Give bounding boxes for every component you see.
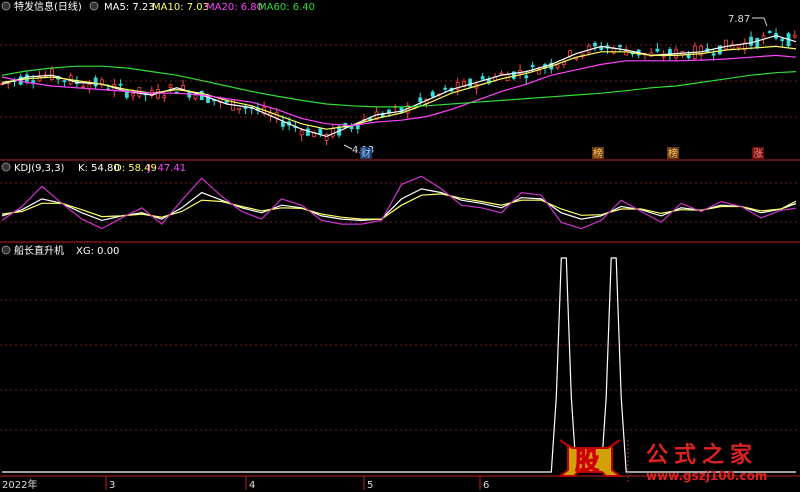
high-price-label: 7.87 xyxy=(728,14,750,25)
signal-pane-series-xg xyxy=(2,257,796,473)
watermark-url: www.gszj100.com xyxy=(646,469,767,483)
candle-body xyxy=(81,85,86,88)
ma20-label: MA20: 6.80 xyxy=(206,2,263,13)
x-tick-label: 3 xyxy=(109,480,115,491)
candle-body xyxy=(118,83,123,86)
candle-body xyxy=(62,80,67,83)
x-tick-label: 5 xyxy=(367,480,373,491)
candle-body xyxy=(299,130,304,136)
x-tick-label: 2022年 xyxy=(2,478,37,491)
candle-body xyxy=(749,36,753,46)
pane-toggle-icon[interactable] xyxy=(1,1,11,11)
ma10-label: MA10: 7.03 xyxy=(152,2,209,13)
candle-body xyxy=(555,64,560,69)
price-grid xyxy=(0,44,800,118)
candle-body xyxy=(468,78,473,87)
ma5-label: MA5: 7.23 xyxy=(104,2,155,13)
candle-body xyxy=(25,74,29,82)
watermark-text: 公式之家 xyxy=(646,442,758,468)
candle-body xyxy=(530,65,535,68)
watermark: 股 公式之家 www.gszj100.com xyxy=(557,439,767,483)
price-header: 特发信息(日线) MA5: 7.23 MA10: 7.03 MA20: 6.80… xyxy=(1,0,315,13)
candle-body xyxy=(655,48,660,52)
candle-body xyxy=(318,128,323,135)
candle-body xyxy=(193,94,198,100)
candle-body xyxy=(418,97,423,102)
candle-body xyxy=(162,95,167,98)
stock-chart: 特发信息(日线) MA5: 7.23 MA10: 7.03 MA20: 6.80… xyxy=(0,0,800,491)
candle-body xyxy=(305,128,310,136)
candle-body xyxy=(480,76,485,80)
candle-body xyxy=(224,100,229,103)
candle-body xyxy=(618,45,622,48)
event-marker[interactable]: 涨 xyxy=(753,148,763,160)
candle-body xyxy=(780,38,785,42)
candle-body xyxy=(499,72,504,75)
event-marker[interactable]: 财 xyxy=(361,147,371,160)
candle-body xyxy=(280,121,285,127)
series-layer xyxy=(1,34,797,473)
kdj-j-label: J: 47.41 xyxy=(147,163,186,174)
kdj-title: KDJ(9,3,3) xyxy=(14,163,65,174)
settings-icon[interactable] xyxy=(89,1,99,11)
x-axis: 2022年 3 4 5 6 xyxy=(2,476,489,491)
candle-body xyxy=(443,87,448,90)
candle-body xyxy=(661,55,666,58)
candle-body xyxy=(711,53,716,56)
candle-body xyxy=(568,50,572,57)
event-marker[interactable]: 榜 xyxy=(593,147,603,160)
stock-name: 特发信息(日线) xyxy=(14,0,82,13)
candlesticks xyxy=(0,28,797,146)
candle-body xyxy=(524,75,529,79)
candle-body xyxy=(330,128,335,137)
signal-grid xyxy=(0,299,800,431)
candle-body xyxy=(31,80,36,83)
candle-body xyxy=(611,47,616,54)
candle-body xyxy=(792,34,797,38)
candle-body xyxy=(168,84,173,88)
candle-body xyxy=(593,42,597,47)
price-pane-series-ma20 xyxy=(1,54,797,127)
signal-header: 船长直升机 XG: 0.00 xyxy=(1,244,119,257)
candle-body xyxy=(755,38,760,48)
candle-body xyxy=(131,93,135,97)
high-annotation: 7.87 xyxy=(728,14,768,27)
x-tick-label: 4 xyxy=(249,480,255,491)
xg-label: XG: 0.00 xyxy=(76,246,119,257)
candle-body xyxy=(430,91,435,97)
watermark-logo-char: 股 xyxy=(575,447,599,475)
kdj-header: KDJ(9,3,3) K: 54.80 D: 58.49 J: 47.41 xyxy=(1,162,186,174)
kdj-pane-series-j xyxy=(1,175,797,230)
candle-body xyxy=(237,107,242,111)
candle-body xyxy=(181,85,185,90)
candle-body xyxy=(355,124,360,130)
event-markers: 财 榜 榜 涨 xyxy=(360,147,764,160)
signal-title: 船长直升机 xyxy=(14,244,64,257)
candle-body xyxy=(574,57,579,60)
pane-toggle-icon[interactable] xyxy=(1,162,11,172)
candle-body xyxy=(724,39,728,50)
candle-body xyxy=(50,68,54,80)
event-marker[interactable]: 榜 xyxy=(668,147,678,160)
candle-body xyxy=(767,31,772,33)
x-tick-label: 6 xyxy=(483,480,489,491)
candle-body xyxy=(536,69,541,75)
candle-body xyxy=(243,107,248,109)
candle-body xyxy=(93,77,98,87)
pane-toggle-icon[interactable] xyxy=(1,245,11,255)
ma60-label: MA60: 6.40 xyxy=(258,2,315,13)
